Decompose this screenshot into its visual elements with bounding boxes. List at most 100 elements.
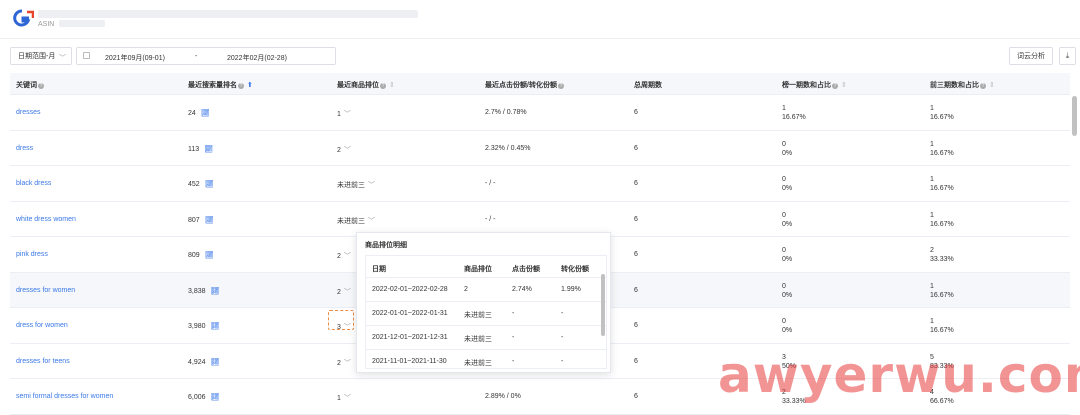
pop-col-conv: 转化份额 bbox=[561, 266, 589, 273]
trend-chart-icon[interactable]: 📈︎ bbox=[211, 322, 220, 330]
top1-stat: 0 0% bbox=[782, 282, 793, 299]
pop-conv: - bbox=[561, 310, 564, 317]
keyword-link[interactable]: white dress women bbox=[16, 216, 76, 223]
search-rank: 809 📈︎ bbox=[188, 251, 214, 259]
top1-stat: 1 16.67% bbox=[782, 105, 806, 121]
total-periods: 6 bbox=[634, 180, 638, 187]
total-periods: 6 bbox=[634, 286, 638, 294]
product-rank[interactable]: 2 ﹀ bbox=[337, 251, 351, 261]
total-periods: 6 bbox=[634, 393, 638, 400]
sort-icon: ⇕ bbox=[989, 82, 995, 89]
total-periods: 6 bbox=[634, 251, 638, 258]
date-range-type-select[interactable]: 日期范围-月 ﹀ bbox=[10, 47, 72, 65]
top1-stat: 0 0% bbox=[782, 247, 793, 263]
chevron-down-icon: ﹀ bbox=[368, 182, 375, 189]
keyword-link[interactable]: dresses for teens bbox=[16, 358, 70, 365]
trend-chart-icon[interactable]: 📈︎ bbox=[205, 216, 214, 224]
product-rank[interactable]: 未进前三 ﹀ bbox=[337, 216, 375, 226]
keyword-link[interactable]: black dress bbox=[16, 180, 51, 187]
trend-chart-icon[interactable]: 📈︎ bbox=[205, 180, 214, 188]
col-top3[interactable]: 前三期数和占比? ⇕ bbox=[930, 80, 995, 90]
table-scrollbar[interactable] bbox=[1072, 96, 1077, 136]
col-share: 最近点击份额/转化份额? bbox=[485, 82, 564, 89]
help-icon: ? bbox=[832, 83, 838, 89]
sort-icon: ⇕ bbox=[389, 82, 395, 89]
filter-toolbar: 日期范围-月 ﹀ 2021年09月(09-01) - 2022年02月(02-2… bbox=[10, 47, 1076, 67]
col-search-rank[interactable]: 最近搜索量排名? ⬆ bbox=[188, 80, 253, 90]
click-conv-share: - / - bbox=[485, 180, 496, 187]
chevron-down-icon: ﹀ bbox=[343, 146, 351, 154]
table-row: dresses 24 📈︎ 1 ﹀ 2.7% / 0.78% 6 1 16.67% 1 16.67% bbox=[10, 95, 1070, 131]
asin-value-redacted bbox=[59, 20, 105, 27]
keyword-link[interactable]: pink dress bbox=[16, 251, 48, 258]
product-rank[interactable]: 1 ﹀ bbox=[337, 393, 351, 403]
chevron-down-icon: ﹀ bbox=[343, 253, 351, 260]
table-header: 关键词? 最近搜索量排名? ⬆ 最近商品排位? ⇕ 最近点击份额/转化份额? 总周期… bbox=[10, 73, 1070, 95]
pop-rank: 未进前三 bbox=[464, 360, 492, 367]
logo-icon bbox=[13, 9, 34, 27]
help-icon: ? bbox=[238, 83, 244, 89]
help-icon: ? bbox=[557, 83, 564, 89]
date-range-picker[interactable]: 2021年09月(09-01) - 2022年02月(02-28) bbox=[76, 47, 336, 65]
search-rank: 3,980 📈︎ bbox=[188, 322, 220, 330]
rank-highlight-box bbox=[328, 310, 354, 330]
download-button[interactable]: ⤓ bbox=[1059, 47, 1076, 65]
word-cloud-button[interactable]: 词云分析 bbox=[1009, 47, 1053, 65]
top1-stat: 0 0% bbox=[782, 318, 793, 334]
popover-row: 2022-01-01~2022-01-31 未进前三 - - bbox=[366, 302, 606, 326]
popover-table-header: 日期 商品排位 点击份额 转化份额 bbox=[366, 256, 606, 278]
product-rank[interactable]: 2 ﹀ bbox=[337, 358, 351, 368]
rank-detail-popover: 商品排位明细 日期 商品排位 点击份额 转化份额 2022-02-01~2022… bbox=[356, 232, 611, 373]
product-rank[interactable]: 未进前三 ﹀ bbox=[337, 180, 375, 190]
trend-chart-icon[interactable]: 📈︎ bbox=[204, 145, 213, 153]
col-product-rank[interactable]: 最近商品排位? ⇕ bbox=[337, 80, 395, 90]
chevron-down-icon: ﹀ bbox=[368, 217, 375, 225]
watermark-text: awyerwu.com bbox=[718, 346, 1080, 404]
click-conv-share: 2.7% / 0.78% bbox=[485, 109, 527, 116]
search-rank: 24 📈︎ bbox=[188, 109, 210, 117]
app-header: ASIN bbox=[0, 0, 1080, 38]
chevron-down-icon: ﹀ bbox=[343, 111, 351, 118]
search-rank: 113 📈︎ bbox=[188, 145, 214, 153]
pop-rank: 未进前三 bbox=[464, 312, 492, 319]
popover-table: 日期 商品排位 点击份额 转化份额 2022-02-01~2022-02-28 2… bbox=[365, 255, 607, 369]
top1-stat: 0 0% bbox=[782, 176, 793, 192]
trend-chart-icon[interactable]: 📈︎ bbox=[205, 251, 214, 259]
pop-conv: 1.99% bbox=[561, 286, 581, 293]
trend-chart-icon[interactable]: 📈︎ bbox=[211, 358, 220, 366]
total-periods: 6 bbox=[634, 109, 638, 116]
keyword-link[interactable]: dress for women bbox=[16, 322, 68, 329]
pop-rank: 未进前三 bbox=[464, 336, 492, 343]
col-top1[interactable]: 榜一期数和占比? ⇕ bbox=[782, 80, 847, 90]
popover-scrollbar[interactable] bbox=[601, 274, 605, 336]
product-title-redacted bbox=[38, 10, 418, 18]
chevron-down-icon: ﹀ bbox=[343, 288, 351, 296]
pop-date: 2021-12-01~2021-12-31 bbox=[372, 334, 448, 341]
table-row: dress 113 📈︎ 2 ﹀ 2.32% / 0.45% 6 0 0% 1 16.67% bbox=[10, 131, 1070, 166]
keyword-link[interactable]: semi formal dresses for women bbox=[16, 393, 113, 400]
popover-table-body: 2022-02-01~2022-02-28 2 2.74% 1.99% 2022-01-… bbox=[366, 278, 606, 368]
top3-stat: 1 16.67% bbox=[930, 282, 954, 299]
pop-conv: - bbox=[561, 358, 564, 365]
pop-rank: 2 bbox=[464, 286, 468, 293]
total-periods: 6 bbox=[634, 144, 638, 152]
product-rank[interactable]: 2 ﹀ bbox=[337, 145, 351, 155]
sort-icon: ⇕ bbox=[841, 82, 847, 89]
date-range-type-label: 日期范围-月 bbox=[18, 53, 56, 60]
chevron-down-icon: ﹀ bbox=[343, 395, 351, 402]
help-icon: ? bbox=[380, 83, 386, 89]
pop-click: - bbox=[512, 334, 515, 341]
product-rank[interactable]: 2 ﹀ bbox=[337, 287, 351, 297]
col-keyword: 关键词? bbox=[16, 82, 44, 89]
trend-chart-icon[interactable]: 📈︎ bbox=[211, 393, 220, 401]
keyword-link[interactable]: dress bbox=[16, 145, 33, 152]
pop-col-date: 日期 bbox=[372, 266, 386, 273]
trend-chart-icon[interactable]: 📈︎ bbox=[201, 109, 210, 117]
trend-chart-icon[interactable]: 📈︎ bbox=[211, 287, 220, 295]
product-rank[interactable]: 1 ﹀ bbox=[337, 109, 351, 119]
keyword-link[interactable]: dresses for women bbox=[16, 287, 75, 294]
keyword-link[interactable]: dresses bbox=[16, 109, 41, 116]
popover-row: 2022-02-01~2022-02-28 2 2.74% 1.99% bbox=[366, 278, 606, 302]
asin-label: ASIN bbox=[38, 21, 55, 28]
pop-conv: - bbox=[561, 334, 564, 341]
